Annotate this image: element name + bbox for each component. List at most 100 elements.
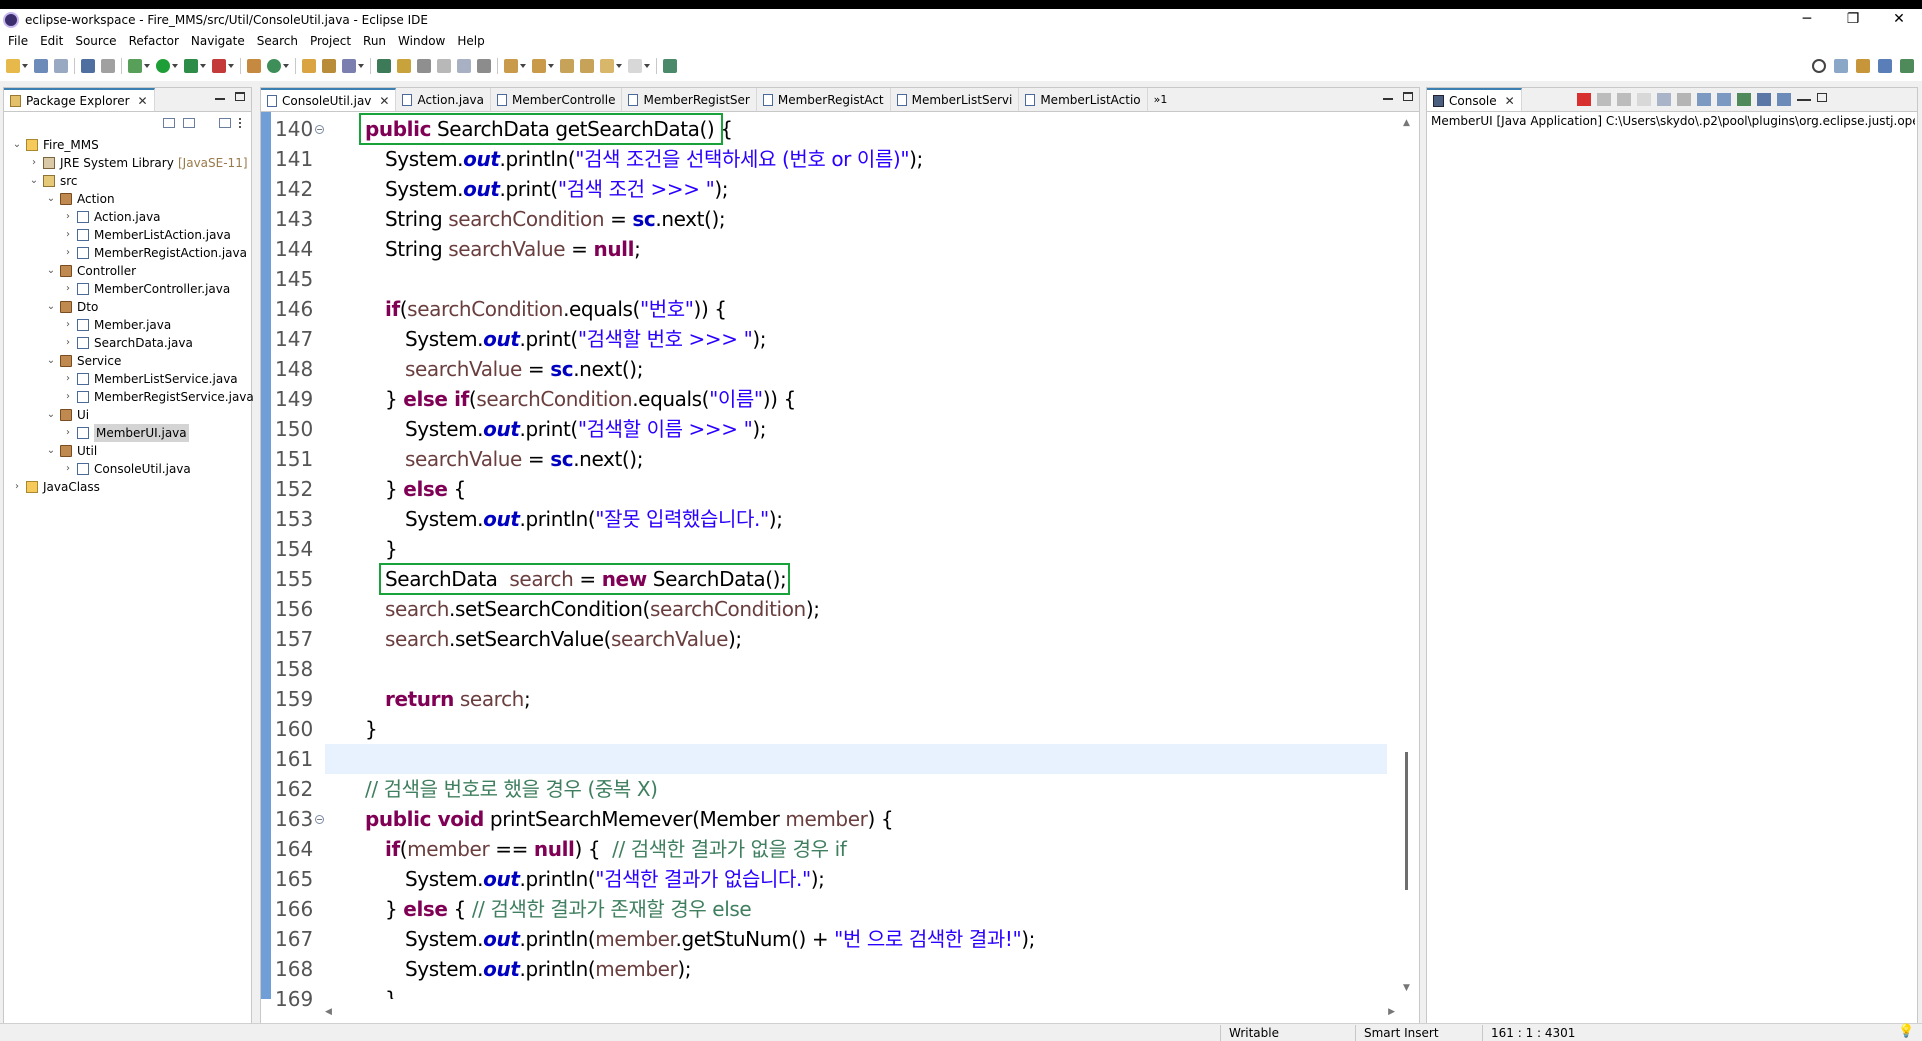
code-line[interactable]: search.setSearchValue(searchValue);	[325, 624, 1387, 654]
code-line[interactable]: System.out.println("잘못 입력했습니다.");	[325, 504, 1387, 534]
previous-annotation-icon[interactable]	[532, 59, 546, 73]
code-line[interactable]: System.out.println("검색한 결과가 없습니다.");	[325, 864, 1387, 894]
open-perspective-icon[interactable]	[1834, 59, 1848, 73]
debug-icon[interactable]	[128, 59, 142, 73]
external-tools-dropdown-icon[interactable]	[228, 64, 234, 68]
tip-bulb-icon[interactable]: 💡	[1898, 1024, 1914, 1039]
terminate-icon[interactable]	[1577, 93, 1591, 106]
last-edit-location-icon[interactable]	[560, 59, 574, 73]
remove-all-launches-icon[interactable]	[1617, 93, 1631, 106]
search-icon[interactable]	[1812, 59, 1826, 73]
tree-item[interactable]: › MemberController.java	[4, 280, 251, 298]
close-icon[interactable]: ✕	[138, 94, 148, 108]
collapse-chevron-icon[interactable]: ⌄	[46, 298, 56, 316]
expand-chevron-icon[interactable]: ›	[63, 460, 73, 478]
run-dropdown-icon[interactable]	[172, 64, 178, 68]
editor-tab[interactable]: MemberRegistSer	[622, 88, 757, 111]
tree-item[interactable]: › Action.java	[4, 208, 251, 226]
tree-item[interactable]: › Member.java	[4, 316, 251, 334]
new-class-dropdown-icon[interactable]	[283, 64, 289, 68]
code-line[interactable]: public void printSearchMemever(Member me…	[325, 804, 1387, 834]
code-line[interactable]	[325, 654, 1387, 684]
minimize-icon[interactable]	[215, 98, 225, 100]
tree-item[interactable]: ⌄ Action	[4, 190, 251, 208]
menu-navigate[interactable]: Navigate	[191, 34, 245, 48]
save-all-icon[interactable]	[54, 59, 68, 73]
code-line[interactable]: } else {	[325, 474, 1387, 504]
tree-item[interactable]: ⌄ Controller	[4, 262, 251, 280]
collapse-chevron-icon[interactable]: ⌄	[46, 442, 56, 460]
coverage-icon[interactable]	[184, 59, 198, 73]
scrollbar-thumb[interactable]	[1405, 752, 1408, 890]
skip-breakpoints-icon[interactable]	[101, 59, 115, 73]
minimize-icon[interactable]	[1797, 99, 1811, 101]
menu-file[interactable]: File	[8, 34, 28, 48]
code-line[interactable]: System.out.print("검색 조건 >>> ");	[325, 174, 1387, 204]
expand-chevron-icon[interactable]: ›	[63, 316, 73, 334]
maximize-icon[interactable]	[1403, 92, 1413, 101]
editor-tab[interactable]: MemberControlle	[491, 88, 623, 111]
collapse-chevron-icon[interactable]: ⌄	[12, 136, 22, 154]
tree-item[interactable]: ⌄ Fire_MMS	[4, 136, 251, 154]
tree-item[interactable]: ⌄ Dto	[4, 298, 251, 316]
close-icon[interactable]: ✕	[1505, 94, 1515, 108]
expand-chevron-icon[interactable]: ›	[63, 334, 73, 352]
show-on-stdout-icon[interactable]	[1697, 93, 1711, 106]
code-line[interactable]: SearchData search = new SearchData();	[325, 564, 1387, 594]
back-history-icon[interactable]	[580, 59, 594, 73]
open-type-icon[interactable]	[302, 59, 316, 73]
forward-arrow-icon[interactable]	[628, 59, 642, 73]
scroll-down-arrow-icon[interactable]: ▼	[1403, 983, 1410, 993]
show-on-stderr-icon[interactable]	[1717, 93, 1731, 106]
tree-item[interactable]: › SearchData.java	[4, 334, 251, 352]
coverage-dropdown-icon[interactable]	[200, 64, 206, 68]
back-arrow-icon[interactable]	[600, 59, 614, 73]
maximize-icon[interactable]	[235, 92, 245, 101]
show-whitespace-icon[interactable]	[457, 59, 471, 73]
vertical-scrollbar[interactable]: ▲ ▼	[1401, 112, 1415, 999]
new-icon[interactable]	[6, 59, 20, 73]
display-selected-console-icon[interactable]	[1757, 93, 1771, 106]
editor-tab[interactable]: MemberListActio	[1019, 88, 1148, 111]
code-line[interactable]: search.setSearchCondition(searchConditio…	[325, 594, 1387, 624]
expand-chevron-icon[interactable]: ›	[63, 208, 73, 226]
code-line[interactable]: searchValue = sc.next();	[325, 444, 1387, 474]
menu-project[interactable]: Project	[310, 34, 351, 48]
minimize-button[interactable]: ─	[1784, 9, 1830, 31]
collapse-chevron-icon[interactable]: ⌄	[29, 172, 39, 190]
menu-source[interactable]: Source	[75, 34, 116, 48]
new-java-package-icon[interactable]	[247, 59, 261, 73]
expand-chevron-icon[interactable]: ›	[63, 280, 73, 298]
horizontal-scrollbar[interactable]: ◀ ▶	[325, 1007, 1395, 1017]
expand-chevron-icon[interactable]: ›	[63, 244, 73, 262]
expand-chevron-icon[interactable]: ›	[63, 370, 73, 388]
code-line[interactable]: String searchValue = null;	[325, 234, 1387, 264]
close-button[interactable]: ✕	[1876, 9, 1922, 31]
tree-item[interactable]: › JRE System Library [JavaSE-11]	[4, 154, 251, 172]
tree-item[interactable]: › MemberRegistService.java	[4, 388, 254, 406]
pilcrow-icon[interactable]	[477, 59, 491, 73]
code-line[interactable]: // 검색을 번호로 했을 경우 (중복 X)	[325, 774, 1387, 804]
toggle-word-wrap-icon[interactable]	[437, 59, 451, 73]
filter-icon[interactable]	[219, 118, 231, 128]
editor-tab[interactable]: MemberListServi	[891, 88, 1020, 111]
tree-item[interactable]: › MemberUI.java	[4, 424, 251, 442]
toggle-highlight-icon[interactable]	[397, 59, 411, 73]
tree-item[interactable]: ⌄ Util	[4, 442, 251, 460]
editor-tab[interactable]: Action.java	[396, 88, 492, 111]
code-line[interactable]: System.out.println(member.getStuNum() + …	[325, 924, 1387, 954]
debug-dropdown-icon[interactable]	[144, 64, 150, 68]
scroll-up-arrow-icon[interactable]: ▲	[1403, 118, 1410, 128]
collapse-chevron-icon[interactable]: ⌄	[46, 352, 56, 370]
tree-item[interactable]: ⌄ Ui	[4, 406, 251, 424]
collapse-chevron-icon[interactable]: ⌄	[46, 262, 56, 280]
link-with-editor-icon[interactable]	[183, 118, 195, 128]
maximize-icon[interactable]	[1817, 93, 1827, 102]
code-line[interactable]	[325, 744, 1387, 774]
menu-run[interactable]: Run	[363, 34, 386, 48]
expand-chevron-icon[interactable]: ›	[63, 424, 73, 442]
previous-annotation-dropdown-icon[interactable]	[548, 64, 554, 68]
collapse-chevron-icon[interactable]: ⌄	[46, 190, 56, 208]
scroll-left-arrow-icon[interactable]: ◀	[325, 1007, 332, 1017]
next-annotation-dropdown-icon[interactable]	[520, 64, 526, 68]
